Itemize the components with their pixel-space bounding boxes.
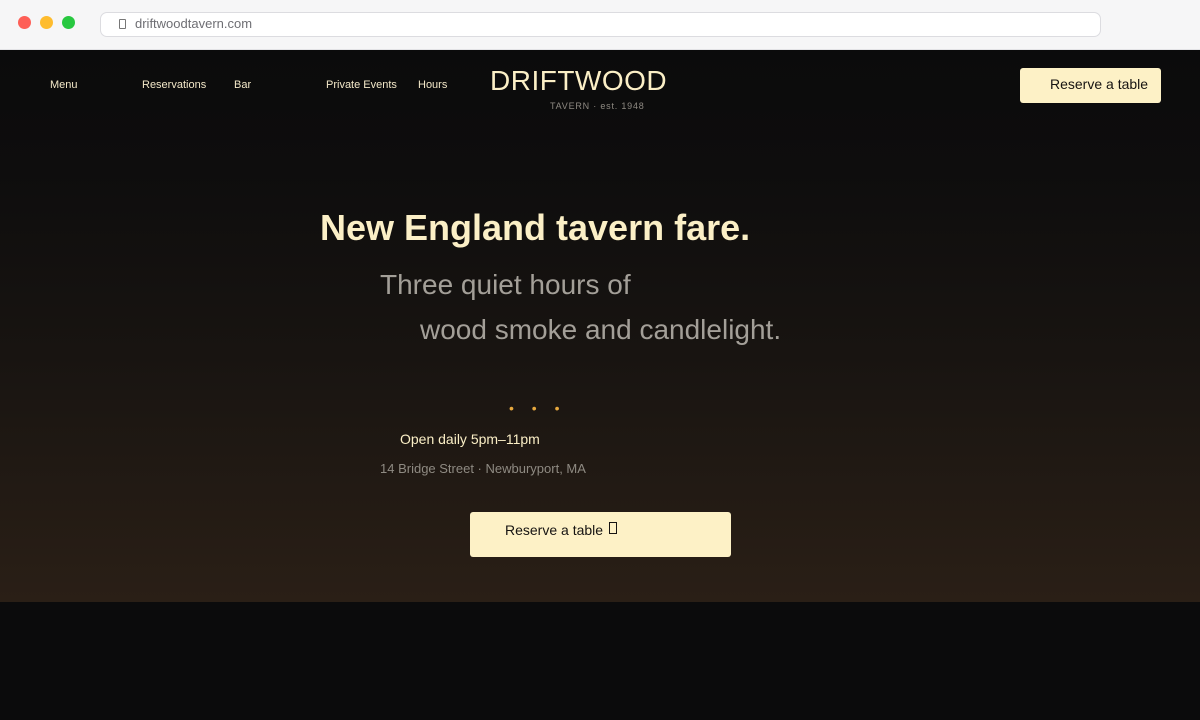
hero-subline-2: wood smoke and candlelight. bbox=[420, 314, 782, 345]
nav-link-reservations[interactable]: Reservations bbox=[142, 79, 206, 91]
nav-link-hours[interactable]: Hours bbox=[418, 79, 447, 91]
opening-hours: Open daily 5pm–11pm bbox=[400, 431, 540, 447]
reserve-table-hero-label: Reserve a table bbox=[505, 522, 604, 538]
maximize-window-button[interactable] bbox=[62, 16, 75, 29]
url-text: driftwoodtavern.com bbox=[135, 16, 253, 31]
page-below-fold bbox=[0, 602, 1200, 720]
address-bar[interactable]: driftwoodtavern.com bbox=[100, 12, 1101, 37]
reserve-table-nav-button[interactable]: Reserve a table bbox=[1020, 68, 1161, 103]
lock-icon bbox=[119, 19, 126, 29]
close-window-button[interactable] bbox=[18, 16, 31, 29]
brand-logo[interactable]: DRIFTWOOD bbox=[490, 65, 667, 97]
address-text: 14 Bridge Street · Newburyport, MA bbox=[380, 461, 586, 476]
reserve-table-nav-label: Reserve a table bbox=[1050, 76, 1149, 92]
hero-section: Menu Reservations Bar Private Events Hou… bbox=[0, 50, 1200, 602]
brand-tagline: TAVERN · est. 1948 bbox=[550, 101, 645, 111]
minimize-window-button[interactable] bbox=[40, 16, 53, 29]
browser-chrome: driftwoodtavern.com bbox=[0, 0, 1200, 50]
decorative-divider: • • • bbox=[509, 400, 567, 416]
nav-link-menu[interactable]: Menu bbox=[50, 79, 78, 91]
arrow-icon bbox=[609, 522, 617, 534]
hero-headline: New England tavern fare. bbox=[320, 207, 751, 248]
reserve-table-hero-button[interactable]: Reserve a table bbox=[470, 512, 731, 557]
nav-link-bar[interactable]: Bar bbox=[234, 79, 251, 91]
nav-link-private-events[interactable]: Private Events bbox=[326, 79, 397, 91]
hero-subline-1: Three quiet hours of bbox=[380, 269, 631, 300]
